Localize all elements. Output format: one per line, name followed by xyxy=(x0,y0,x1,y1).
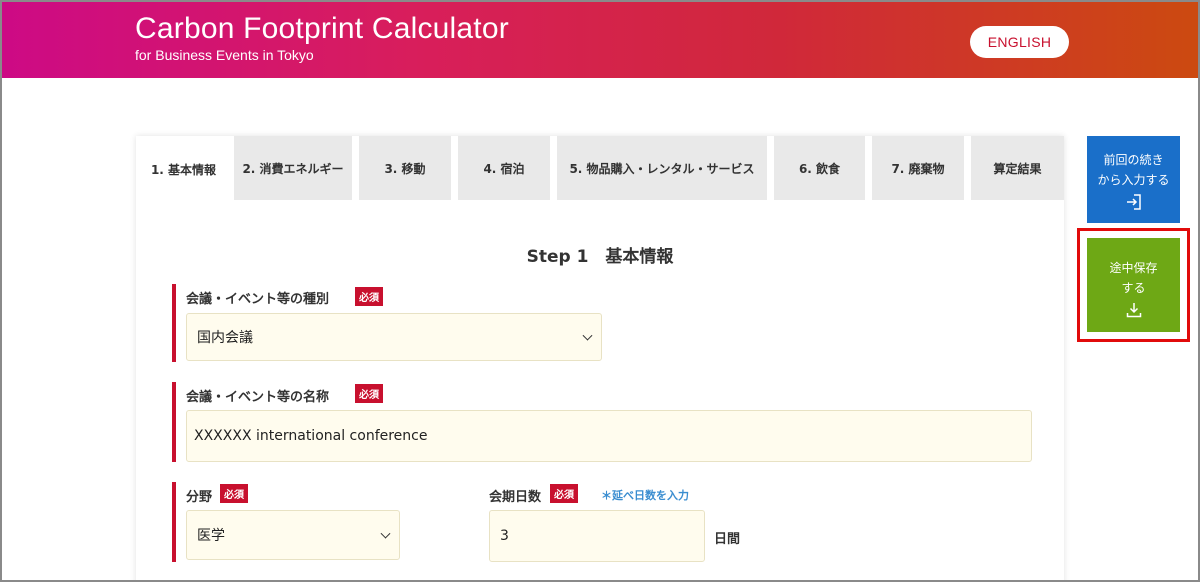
english-language-button[interactable]: ENGLISH xyxy=(970,26,1069,58)
duration-label: 会期日数 xyxy=(489,490,542,505)
tab-purchases[interactable]: 5. 物品購入・レンタル・サービス xyxy=(557,136,767,200)
event-type-label: 会議・イベント等の種別 xyxy=(186,292,330,307)
highlight-box xyxy=(1077,228,1190,342)
login-arrow-icon xyxy=(1126,194,1141,210)
tab-food[interactable]: 6. 飲食 xyxy=(774,136,865,200)
chevron-down-icon xyxy=(380,528,391,539)
app-title: Carbon Footprint Calculator xyxy=(135,12,509,45)
event-name-input[interactable]: XXXXXX international conference xyxy=(186,410,1032,462)
step-title: Step 1 基本情報 xyxy=(526,247,674,267)
tab-waste[interactable]: 7. 廃棄物 xyxy=(872,136,964,200)
resume-input-button[interactable]: 前回の続き から入力する xyxy=(1087,136,1180,223)
app-subtitle: for Business Events in Tokyo xyxy=(135,47,314,63)
tab-basic-info[interactable]: 1. 基本情報 xyxy=(136,136,231,202)
resume-label-line1: 前回の続き xyxy=(1103,153,1164,167)
field-value: 医学 xyxy=(197,528,225,544)
tab-transport[interactable]: 3. 移動 xyxy=(359,136,451,200)
browser-frame: Carbon Footprint Calculator for Business… xyxy=(0,0,1200,582)
required-badge: 必須 xyxy=(355,287,383,306)
chevron-down-icon xyxy=(582,330,593,341)
tab-results[interactable]: 算定結果 xyxy=(971,136,1064,200)
field-select[interactable]: 医学 xyxy=(186,510,400,560)
tab-energy[interactable]: 2. 消費エネルギー xyxy=(234,136,352,200)
event-type-select[interactable]: 国内会議 xyxy=(186,313,602,361)
duration-hint: ＊延べ日数を入力 xyxy=(601,489,689,502)
field-label: 分野 xyxy=(186,490,213,505)
duration-unit: 日間 xyxy=(714,532,741,547)
field-marker xyxy=(172,382,176,462)
event-name-label: 会議・イベント等の名称 xyxy=(186,390,330,405)
required-badge: 必須 xyxy=(355,384,383,403)
field-marker xyxy=(172,482,176,562)
event-type-value: 国内会議 xyxy=(197,330,253,346)
tab-accommodation[interactable]: 4. 宿泊 xyxy=(458,136,550,200)
resume-label-line2: から入力する xyxy=(1097,173,1170,187)
duration-input[interactable]: 3 xyxy=(489,510,705,562)
field-marker xyxy=(172,284,176,362)
step-tabs: 1. 基本情報 2. 消費エネルギー 3. 移動 4. 宿泊 5. 物品購入・レ… xyxy=(136,136,1064,202)
form-panel: 1. 基本情報 2. 消費エネルギー 3. 移動 4. 宿泊 5. 物品購入・レ… xyxy=(136,136,1064,580)
app-header: Carbon Footprint Calculator for Business… xyxy=(2,2,1198,78)
required-badge: 必須 xyxy=(220,484,248,503)
required-badge: 必須 xyxy=(550,484,578,503)
